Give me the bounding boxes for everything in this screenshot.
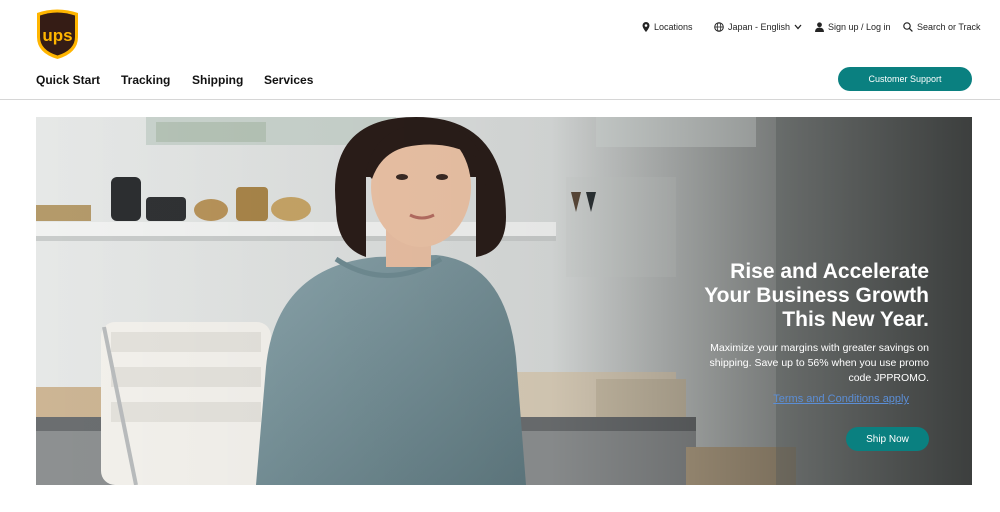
site-header: ups Locations Japan - English Sign up / … [0, 0, 1000, 100]
search-link[interactable]: Search or Track [903, 20, 981, 34]
language-selector[interactable]: Japan - English [714, 20, 802, 34]
location-pin-icon [642, 22, 650, 32]
signin-label: Sign up / Log in [828, 22, 891, 32]
hero-body-line-3: code JPPROMO. [848, 372, 929, 384]
search-label: Search or Track [917, 22, 981, 32]
locations-label: Locations [654, 22, 693, 32]
user-icon [815, 22, 824, 32]
hero-title-line-3: This New Year. [782, 308, 929, 331]
nav-shipping[interactable]: Shipping [192, 73, 243, 87]
language-label: Japan - English [728, 22, 791, 32]
hero-body-line-2: shipping. Save up to 56% when you use pr… [709, 357, 929, 369]
globe-icon [714, 22, 724, 32]
ship-now-button[interactable]: Ship Now [846, 427, 929, 451]
terms-link[interactable]: Terms and Conditions apply [773, 393, 909, 405]
hero-banner: Rise and Accelerate Your Business Growth… [36, 117, 972, 485]
signin-link[interactable]: Sign up / Log in [815, 20, 891, 34]
svg-text:ups: ups [42, 26, 72, 45]
nav-quick-start[interactable]: Quick Start [36, 73, 100, 87]
ups-logo[interactable]: ups [35, 7, 80, 59]
nav-services[interactable]: Services [264, 73, 313, 87]
customer-support-button[interactable]: Customer Support [838, 67, 972, 91]
hero-headline: Rise and Accelerate Your Business Growth… [629, 260, 929, 332]
locations-link[interactable]: Locations [642, 20, 693, 34]
chevron-down-icon [794, 24, 802, 30]
hero-body-line-1: Maximize your margins with greater savin… [710, 342, 929, 354]
search-icon [903, 22, 913, 32]
hero-description: Maximize your margins with greater savin… [679, 341, 929, 386]
hero-title-line-1: Rise and Accelerate [730, 260, 929, 283]
nav-tracking[interactable]: Tracking [121, 73, 170, 87]
hero-title-line-2: Your Business Growth [704, 284, 929, 307]
